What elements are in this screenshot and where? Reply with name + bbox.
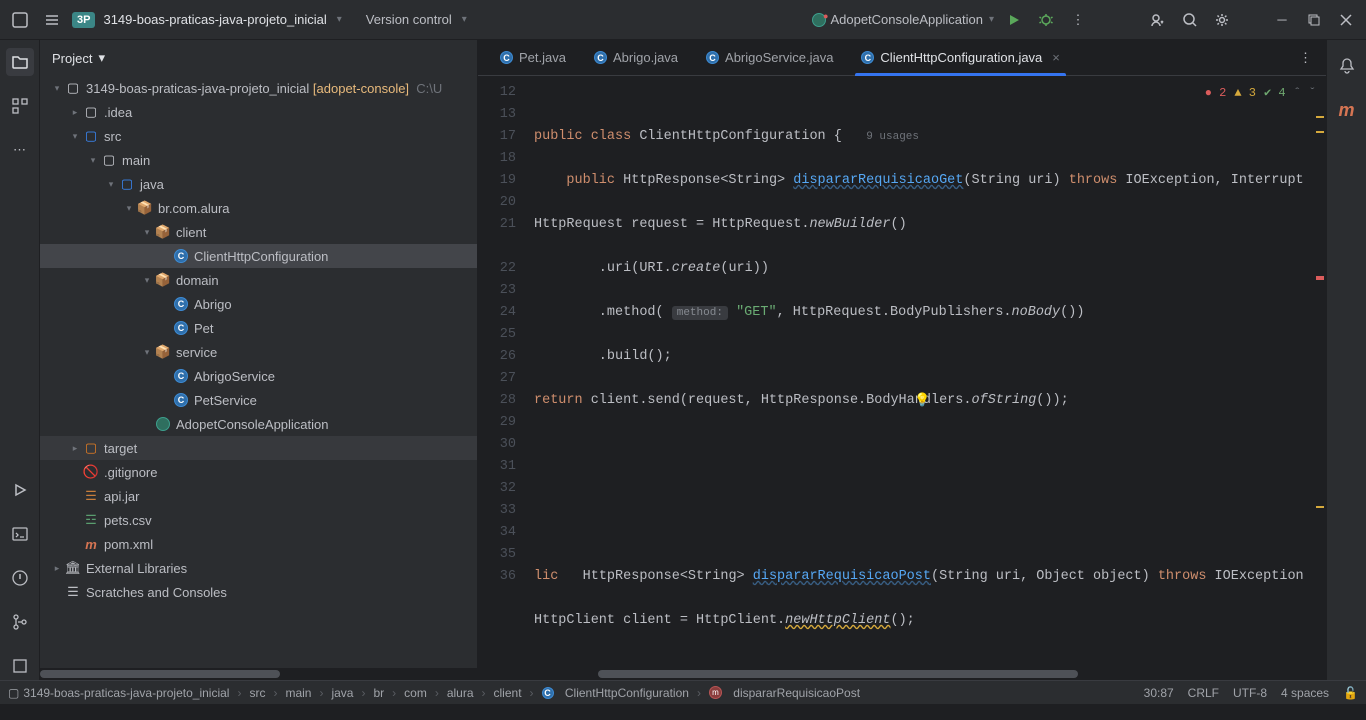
tree-item-selected[interactable]: CClientHttpConfiguration <box>40 244 477 268</box>
hamburger-icon[interactable] <box>40 8 64 32</box>
structure-tool-icon[interactable] <box>6 92 34 120</box>
tree-item[interactable]: CAbrigo <box>40 292 477 316</box>
tree-item[interactable]: AdopetConsoleApplication <box>40 412 477 436</box>
tab-clienthttp[interactable]: CClientHttpConfiguration.java× <box>847 40 1073 76</box>
readonly-icon[interactable]: 🔓 <box>1343 686 1358 700</box>
tree-item[interactable]: mpom.xml <box>40 532 477 556</box>
more-tools-icon[interactable]: ⋯ <box>6 136 34 164</box>
run-icon[interactable] <box>1002 8 1026 32</box>
error-count: ● 2 <box>1205 82 1227 104</box>
tree-item[interactable]: ▸▢target <box>40 436 477 460</box>
breadcrumb[interactable]: ▢3149-boas-praticas-java-projeto_inicial… <box>8 686 860 700</box>
encoding[interactable]: UTF-8 <box>1233 686 1267 700</box>
search-icon[interactable] <box>1178 8 1202 32</box>
tree-item[interactable]: ▾▢main <box>40 148 477 172</box>
project-panel-header[interactable]: Project ▾ <box>40 40 477 76</box>
vcs-tool-icon[interactable] <box>6 608 34 636</box>
tab-abrigo[interactable]: CAbrigo.java <box>580 40 692 76</box>
tree-item[interactable]: ☰api.jar <box>40 484 477 508</box>
tree-item[interactable]: ▾📦domain <box>40 268 477 292</box>
tree-item[interactable]: ▾▢src <box>40 124 477 148</box>
project-name[interactable]: 3149-boas-praticas-java-projeto_inicial <box>103 12 326 27</box>
debug-icon[interactable] <box>1034 8 1058 32</box>
notifications-icon[interactable] <box>1333 52 1361 80</box>
tree-item[interactable]: ▾📦br.com.alura <box>40 196 477 220</box>
app-menu-icon[interactable] <box>8 8 32 32</box>
code-body[interactable]: ● 2 ▲ 3 ✔ 4 ˆ ˇ public class ClientHttpC… <box>526 76 1326 668</box>
warn-count: ▲ 3 <box>1234 82 1256 104</box>
settings-icon[interactable] <box>1210 8 1234 32</box>
intention-bulb-icon[interactable]: 💡 <box>914 390 930 412</box>
run-configuration[interactable]: ● AdopetConsoleApplication ▾ <box>812 12 994 27</box>
chevron-down-icon: ▾ <box>989 14 994 25</box>
tree-item[interactable]: 🚫.gitignore <box>40 460 477 484</box>
maven-icon[interactable]: m <box>1333 96 1361 124</box>
tree-item[interactable]: CPetService <box>40 388 477 412</box>
typo-count: ✔ 4 <box>1264 82 1286 104</box>
indent[interactable]: 4 spaces <box>1281 686 1329 700</box>
chevron-down-icon: ▾ <box>337 14 342 25</box>
problems-icon[interactable] <box>6 564 34 592</box>
close-icon[interactable] <box>1334 8 1358 32</box>
project-tree[interactable]: ▾▢3149-boas-praticas-java-projeto_inicia… <box>40 76 477 668</box>
insp-up-icon[interactable]: ˆ <box>1294 82 1301 104</box>
vcs-menu[interactable]: Version control <box>366 12 452 27</box>
tree-item[interactable]: ▸▢.idea <box>40 100 477 124</box>
tab-menu-icon[interactable]: ⋮ <box>1285 50 1326 66</box>
tree-item[interactable]: ▾📦client <box>40 220 477 244</box>
run-config-label: AdopetConsoleApplication <box>830 12 983 27</box>
inspection-widget[interactable]: ● 2 ▲ 3 ✔ 4 ˆ ˇ <box>1205 82 1316 104</box>
collab-icon[interactable] <box>1146 8 1170 32</box>
build-icon[interactable] <box>6 652 34 680</box>
tree-item[interactable]: ▾▢java <box>40 172 477 196</box>
project-tool-icon[interactable] <box>6 48 34 76</box>
minimize-icon[interactable]: ─ <box>1270 8 1294 32</box>
tree-item[interactable]: CAbrigoService <box>40 364 477 388</box>
tree-item[interactable]: ☰Scratches and Consoles <box>40 580 477 604</box>
tree-scrollbar-h[interactable] <box>40 668 477 680</box>
panel-title: Project <box>52 51 92 66</box>
tree-item[interactable]: ▸🏛External Libraries <box>40 556 477 580</box>
tree-item[interactable]: ▾📦service <box>40 340 477 364</box>
gutter: 1213171819202122232425262728293031323334… <box>478 76 526 668</box>
editor[interactable]: 1213171819202122232425262728293031323334… <box>478 76 1326 668</box>
minimap[interactable] <box>1314 76 1326 668</box>
chevron-down-icon: ▾ <box>462 14 467 25</box>
app-icon: ● <box>812 13 826 27</box>
line-sep[interactable]: CRLF <box>1188 686 1219 700</box>
editor-scrollbar-h[interactable] <box>478 668 1326 680</box>
chevron-down-icon: ▾ <box>98 50 105 66</box>
more-icon[interactable]: ⋮ <box>1066 8 1090 32</box>
caret-pos[interactable]: 30:87 <box>1144 686 1174 700</box>
tree-item[interactable]: ☲pets.csv <box>40 508 477 532</box>
services-icon[interactable] <box>6 476 34 504</box>
tree-item[interactable]: CPet <box>40 316 477 340</box>
project-badge: 3P <box>72 12 95 28</box>
tab-pet[interactable]: CPet.java <box>486 40 580 76</box>
tree-root[interactable]: ▾▢3149-boas-praticas-java-projeto_inicia… <box>40 76 477 100</box>
terminal-icon[interactable] <box>6 520 34 548</box>
tab-abrigoservice[interactable]: CAbrigoService.java <box>692 40 847 76</box>
maximize-icon[interactable] <box>1302 8 1326 32</box>
close-tab-icon[interactable]: × <box>1052 50 1060 65</box>
